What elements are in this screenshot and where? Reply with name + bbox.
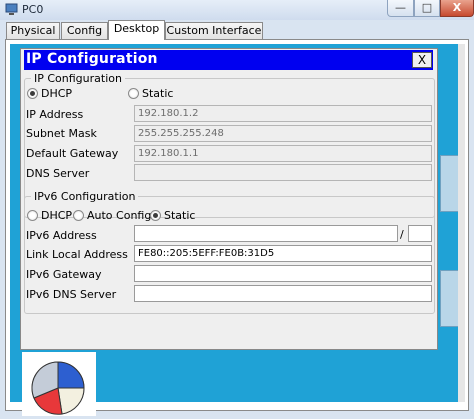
ipv6-static-label: Static bbox=[164, 209, 196, 222]
dialog-header: IP Configuration X bbox=[24, 50, 433, 70]
tab-custom-interface[interactable]: Custom Interface bbox=[165, 22, 263, 39]
dialog-close-button[interactable]: X bbox=[412, 52, 432, 68]
ipv6-address-field[interactable] bbox=[134, 225, 398, 242]
ip-address-label: IP Address bbox=[26, 108, 84, 121]
ipv6-gateway-label: IPv6 Gateway bbox=[26, 268, 102, 281]
ipv6-prefix-field[interactable] bbox=[408, 225, 432, 242]
window-title: PC0 bbox=[22, 3, 44, 16]
pc-icon bbox=[5, 3, 18, 15]
ipv6-dhcp-radio[interactable] bbox=[27, 210, 38, 221]
subnet-mask-field[interactable]: 255.255.255.248 bbox=[134, 125, 432, 142]
desktop-app-icon[interactable] bbox=[22, 352, 96, 416]
ipv4-static-label: Static bbox=[142, 87, 174, 100]
ipv4-dhcp-radio[interactable] bbox=[27, 88, 38, 99]
ipv6-dhcp-label: DHCP bbox=[41, 209, 73, 222]
ipv6-auto-config-radio[interactable] bbox=[73, 210, 84, 221]
ipv4-group-legend: IP Configuration bbox=[34, 72, 122, 85]
ip-address-field[interactable]: 192.180.1.2 bbox=[134, 105, 432, 122]
minimize-button[interactable]: — bbox=[387, 0, 414, 17]
ipv6-group-legend: IPv6 Configuration bbox=[34, 190, 136, 203]
ipv6-address-label: IPv6 Address bbox=[26, 229, 97, 242]
ipv6-dns-server-field[interactable] bbox=[134, 285, 432, 302]
prefix-separator: / bbox=[400, 228, 404, 241]
vertical-scrollbar[interactable] bbox=[458, 44, 465, 402]
link-local-address-field[interactable]: FE80::205:5EFF:FE0B:31D5 bbox=[134, 245, 432, 262]
desktop-side-panel bbox=[440, 155, 460, 212]
dns-server-label: DNS Server bbox=[26, 167, 90, 180]
subnet-mask-label: Subnet Mask bbox=[26, 127, 97, 140]
ipv6-gateway-field[interactable] bbox=[134, 265, 432, 282]
pie-chart-icon bbox=[31, 361, 85, 415]
ipv4-dhcp-label: DHCP bbox=[41, 87, 73, 100]
ipv6-auto-config-label: Auto Config bbox=[87, 209, 152, 222]
tab-desktop[interactable]: Desktop bbox=[108, 20, 165, 40]
default-gateway-field[interactable]: 192.180.1.1 bbox=[134, 145, 432, 162]
link-local-address-label: Link Local Address bbox=[26, 248, 128, 261]
maximize-button[interactable]: □ bbox=[414, 0, 440, 17]
default-gateway-label: Default Gateway bbox=[26, 147, 119, 160]
desktop-side-panel bbox=[440, 270, 460, 327]
close-window-button[interactable]: X bbox=[440, 0, 474, 17]
ipv6-static-radio[interactable] bbox=[150, 210, 161, 221]
dialog-title: IP Configuration bbox=[26, 51, 158, 67]
ipv6-dns-server-label: IPv6 DNS Server bbox=[26, 288, 117, 301]
ipv4-static-radio[interactable] bbox=[128, 88, 139, 99]
window-title-bar: PC0 — □ X bbox=[0, 0, 474, 20]
tab-physical[interactable]: Physical bbox=[6, 22, 60, 39]
ip-configuration-dialog: IP Configuration X IP Configuration DHCP… bbox=[20, 48, 438, 350]
tab-config[interactable]: Config bbox=[61, 22, 108, 39]
dns-server-field[interactable] bbox=[134, 164, 432, 181]
